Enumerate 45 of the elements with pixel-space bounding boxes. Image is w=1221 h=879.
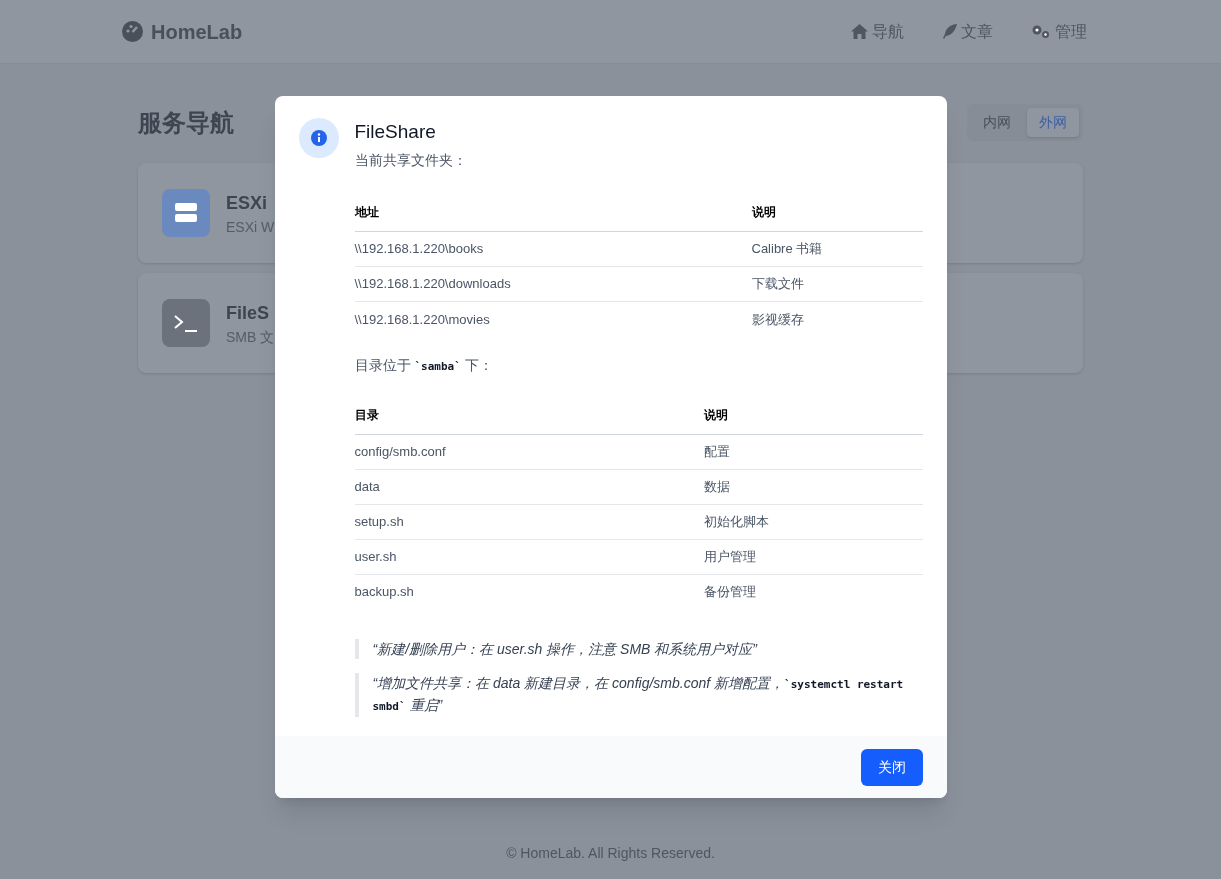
table-cell: setup.sh xyxy=(354,504,704,539)
table-cell: backup.sh xyxy=(354,574,704,609)
table-cell: \\192.168.1.220\downloads xyxy=(354,266,752,302)
footer-text: © HomeLab. All Rights Reserved. xyxy=(506,844,715,863)
table-cell: 影视缓存 xyxy=(751,301,923,337)
logo-icon xyxy=(122,21,143,42)
blockquote: “新建/删除用户：在 user.sh 操作，注意 SMB 和系统用户对应” xyxy=(372,640,759,659)
close-button[interactable]: 关闭 xyxy=(860,748,923,786)
column-header: 说明 xyxy=(703,395,923,434)
tab[interactable]: 外网 xyxy=(1027,108,1079,137)
tab[interactable]: 内网 xyxy=(971,108,1023,137)
terminal-icon xyxy=(173,313,199,333)
column-header: 说明 xyxy=(751,193,923,232)
table-cell: Calibre 书籍 xyxy=(751,231,923,267)
table-cell: 用户管理 xyxy=(703,539,923,574)
dialog-text: 当前共享文件夹： xyxy=(354,151,468,170)
server-icon xyxy=(175,203,197,223)
table-cell: 下载文件 xyxy=(751,266,923,302)
dialog-title: FileShare xyxy=(354,120,437,144)
table-cell: \\192.168.1.220\books xyxy=(354,231,752,267)
page-title: 服务导航 xyxy=(138,107,234,138)
nav-link[interactable]: 管理 xyxy=(1031,19,1087,44)
info-icon xyxy=(298,118,339,158)
service-title: ESXi xyxy=(226,192,269,215)
table-cell: data xyxy=(354,469,704,504)
dialog-text: 目录位于 `samba` 下： xyxy=(354,355,494,375)
table-cell: \\192.168.1.220\movies xyxy=(354,301,752,337)
service-title: FileS xyxy=(226,302,270,325)
service-subtitle: SMB 文 xyxy=(226,328,275,347)
table-cell: 备份管理 xyxy=(703,574,923,609)
gears-icon xyxy=(1031,24,1051,39)
brand-name[interactable]: HomeLab xyxy=(151,17,243,46)
feather-icon xyxy=(942,24,957,39)
table-cell: 初始化脚本 xyxy=(703,504,923,539)
service-subtitle: ESXi W xyxy=(226,218,275,237)
nav-link[interactable]: 文章 xyxy=(942,19,993,44)
blockquote: “增加文件共享：在 data 新建目录，在 config/smb.conf 新增配置，`systemctl restart smbd` 重启” xyxy=(372,674,905,715)
nav-link[interactable]: 导航 xyxy=(851,19,904,44)
column-header: 目录 xyxy=(354,395,704,434)
home-icon xyxy=(851,24,868,39)
table-cell: config/smb.conf xyxy=(354,434,704,469)
column-header: 地址 xyxy=(354,193,752,232)
table-cell: user.sh xyxy=(354,539,704,574)
table-cell: 数据 xyxy=(703,469,923,504)
table-cell: 配置 xyxy=(703,434,923,469)
